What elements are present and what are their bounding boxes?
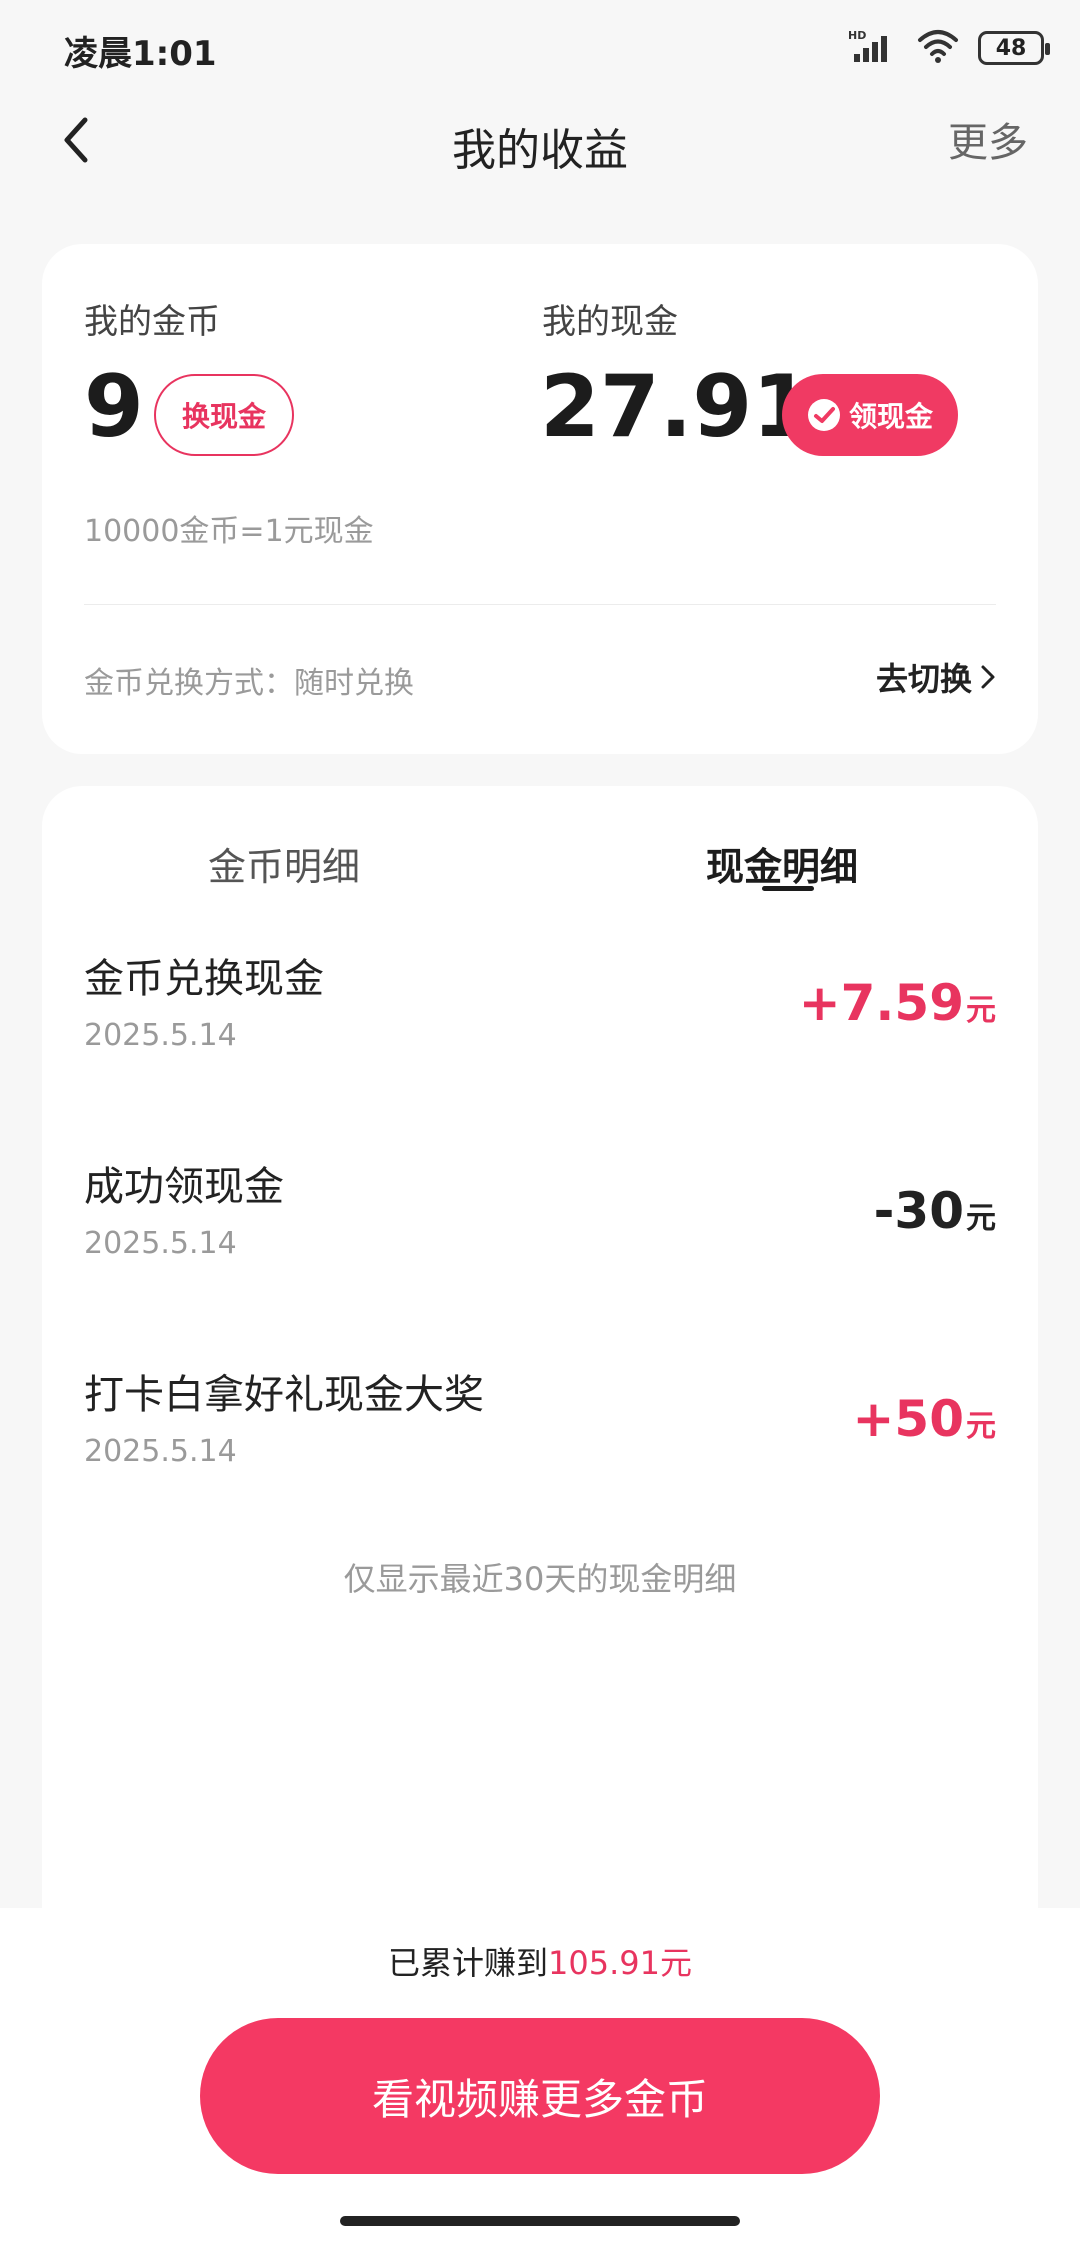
active-tab-indicator [762,886,814,891]
record-date: 2025.5.14 [84,1226,237,1261]
summary-card: 我的金币 9 换现金 我的现金 27.91 领现金 10000金币=1元现金 金… [42,244,1038,754]
claim-cash-label: 领现金 [848,400,933,433]
switch-method-label: 去切换 [875,660,972,698]
hd-label: HD [848,29,866,42]
record-amount-value: +7.59 [798,974,964,1032]
exchange-rate-text: 10000金币=1元现金 [84,514,374,549]
status-icons: HD 48 [848,28,1050,68]
exchange-cash-button[interactable]: 换现金 [154,374,294,456]
chevron-right-icon [981,665,995,689]
tab-coin-details[interactable]: 金币明细 [208,836,360,891]
record-amount-value: -30 [873,1182,964,1240]
record-amount: +50 元 [853,1390,996,1448]
list-item: 金币兑换现金 2025.5.14 +7.59 元 [42,946,1038,1116]
battery-level: 48 [995,35,1027,61]
record-amount-value: +50 [852,1390,964,1448]
page-title: 我的收益 [452,125,628,176]
coin-value: 9 [84,357,144,457]
record-title: 成功领现金 [84,1164,284,1210]
record-date: 2025.5.14 [84,1018,237,1053]
status-time: 凌晨1:01 [64,34,217,74]
claim-cash-button[interactable]: 领现金 [782,374,958,456]
record-amount-unit: 元 [966,1201,996,1236]
total-earned: 已累计赚到105.91元 [0,1938,1080,1984]
divider [84,604,996,605]
record-amount: +7.59 元 [799,974,996,1032]
wechat-icon [807,399,840,431]
signal-icon: HD [848,28,898,68]
bottom-bar: 已累计赚到105.91元 看视频赚更多金币 [0,1908,1080,2248]
home-indicator[interactable] [340,2216,740,2226]
exchange-method-text: 金币兑换方式：随时兑换 [84,666,414,701]
status-bar: 凌晨1:01 HD 48 [0,0,1080,96]
total-earned-prefix: 已累计赚到 [388,1944,549,1982]
recent-note: 仅显示最近30天的现金明细 [343,1560,737,1598]
record-date: 2025.5.14 [84,1434,237,1469]
record-title: 打卡白拿好礼现金大奖 [84,1372,484,1418]
record-amount: -30 元 [874,1182,996,1240]
list-item: 成功领现金 2025.5.14 -30 元 [42,1154,1038,1324]
tab-cash-details[interactable]: 现金明细 [706,836,858,891]
cash-label: 我的现金 [542,302,678,342]
record-amount-unit: 元 [966,1409,996,1444]
record-title: 金币兑换现金 [84,956,324,1002]
watch-video-button[interactable]: 看视频赚更多金币 [200,2018,880,2174]
wifi-icon [916,28,960,68]
more-button[interactable]: 更多 [948,110,1028,168]
header: 我的收益 更多 [0,96,1080,188]
list-item: 打卡白拿好礼现金大奖 2025.5.14 +50 元 [42,1362,1038,1532]
coin-label: 我的金币 [84,302,220,342]
battery-icon: 48 [978,31,1050,65]
record-amount-unit: 元 [966,993,996,1028]
cash-value: 27.91 [540,357,813,457]
switch-method-link[interactable]: 去切换 [876,654,996,700]
total-earned-value: 105.91元 [548,1944,692,1982]
